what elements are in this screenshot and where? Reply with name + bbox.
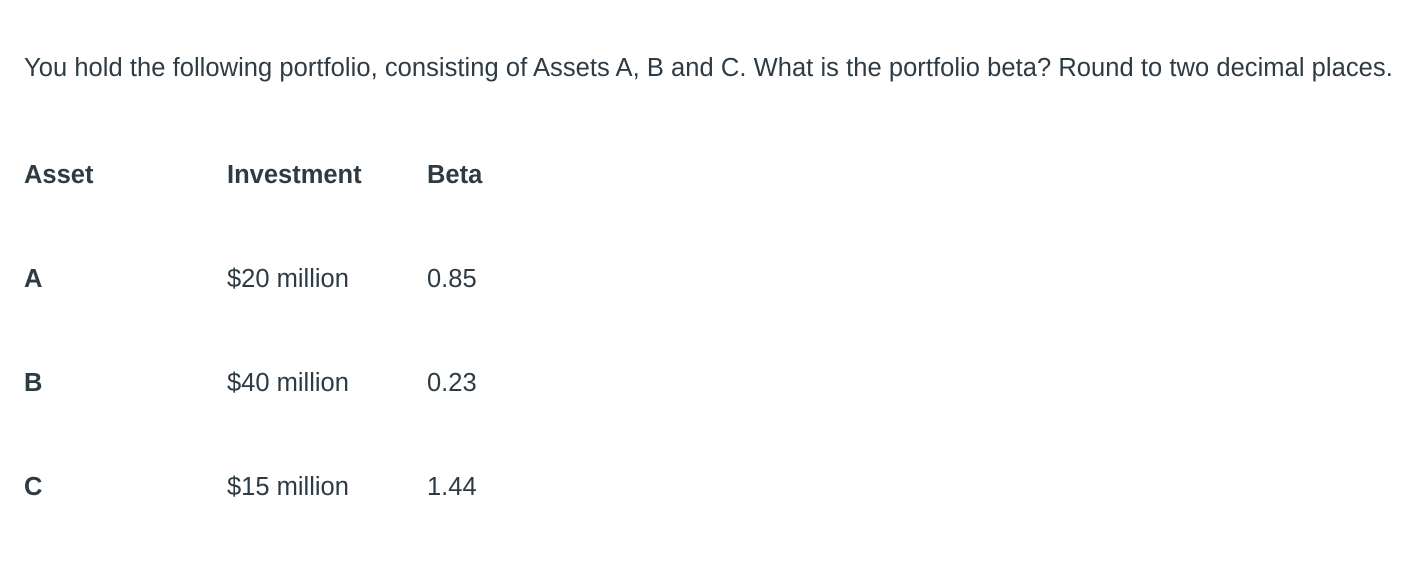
cell-investment: $15 million: [227, 473, 349, 501]
cell-asset: A: [24, 265, 43, 293]
cell-beta: 0.85: [427, 265, 477, 293]
table-body: A $20 million 0.85 B $40 million 0.23 C …: [24, 264, 607, 502]
table-row: B $40 million 0.23: [24, 368, 607, 472]
cell-asset: B: [24, 369, 43, 397]
cell-investment: $20 million: [227, 265, 349, 293]
cell-beta: 1.44: [427, 473, 477, 501]
column-header-asset: Asset: [24, 161, 94, 189]
column-header-beta: Beta: [427, 161, 483, 189]
portfolio-table: Asset Investment Beta A $20 million 0.85…: [24, 160, 607, 502]
cell-asset: C: [24, 473, 43, 501]
question-page: You hold the following portfolio, consis…: [0, 0, 1414, 576]
cell-beta: 0.23: [427, 369, 477, 397]
table-header: Asset Investment Beta: [24, 160, 607, 264]
question-prompt: You hold the following portfolio, consis…: [24, 53, 1393, 82]
table-header-row: Asset Investment Beta: [24, 160, 607, 264]
table-row: A $20 million 0.85: [24, 264, 607, 368]
cell-investment: $40 million: [227, 369, 349, 397]
column-header-investment: Investment: [227, 161, 362, 189]
table-row: C $15 million 1.44: [24, 472, 607, 502]
